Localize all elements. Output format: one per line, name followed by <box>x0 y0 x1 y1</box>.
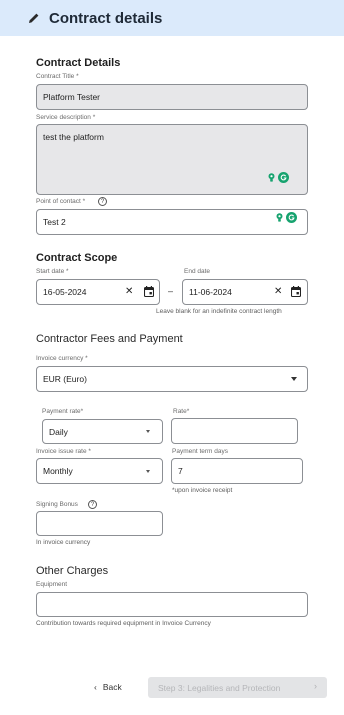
chevron-right-icon: › <box>314 681 317 691</box>
end-date-label: End date <box>184 268 211 275</box>
service-description-label: Service description * <box>36 114 96 121</box>
grammarly-icon[interactable] <box>278 172 289 183</box>
equipment-label: Equipment <box>36 581 68 588</box>
rate-label: Rate* <box>173 408 190 415</box>
other-charges-heading: Other Charges <box>36 565 109 577</box>
next-step-button[interactable]: Step 3: Legalities and Protection › <box>148 677 327 698</box>
contract-scope-heading: Contract Scope <box>36 252 118 264</box>
end-date-value: 11-06-2024 <box>189 287 232 297</box>
point-of-contact-label: Point of contact * <box>36 198 86 205</box>
pencil-icon <box>29 13 39 23</box>
payment-rate-label: Payment rate* <box>42 408 84 415</box>
help-icon[interactable]: ? <box>98 197 107 206</box>
date-range-separator: – <box>168 286 174 296</box>
payment-rate-select[interactable]: Daily <box>42 419 163 444</box>
payment-term-label: Payment term days <box>172 448 228 455</box>
signing-bonus-input[interactable] <box>36 511 163 536</box>
grammarly-icon[interactable] <box>286 212 297 223</box>
point-of-contact-value: Test 2 <box>43 217 66 227</box>
calendar-icon[interactable] <box>144 286 154 297</box>
contract-details-heading: Contract Details <box>36 57 121 69</box>
writing-assistant-icons <box>268 172 289 183</box>
signing-bonus-label: Signing Bonus <box>36 501 78 508</box>
equipment-help: Contribution towards required equipment … <box>36 620 211 627</box>
start-date-value: 16-05-2024 <box>43 287 87 297</box>
payment-term-help: *upon invoice receipt <box>172 487 233 494</box>
back-label: Back <box>102 682 122 692</box>
invoice-currency-label: Invoice currency * <box>36 355 88 362</box>
invoice-issue-rate-select[interactable]: Monthly <box>36 458 163 484</box>
point-of-contact-field[interactable]: Test 2 <box>36 209 308 235</box>
help-icon[interactable]: ? <box>88 500 97 509</box>
invoice-issue-rate-label: Invoice issue rate * <box>36 448 91 455</box>
invoice-currency-value: EUR (Euro) <box>43 374 87 384</box>
chevron-down-icon <box>146 470 150 473</box>
page-header: Contract details <box>0 0 344 36</box>
start-date-label: Start date * <box>36 268 69 275</box>
calendar-icon[interactable] <box>291 286 301 297</box>
service-description-value: test the platform <box>43 132 104 142</box>
chevron-left-icon: ‹ <box>94 682 97 692</box>
contract-title-field[interactable]: Platform Tester <box>36 84 308 110</box>
end-date-field[interactable]: 11-06-2024 <box>182 279 308 305</box>
clear-icon[interactable]: ✕ <box>125 286 133 297</box>
service-description-field[interactable]: test the platform <box>36 124 308 195</box>
clear-icon[interactable]: ✕ <box>274 286 282 297</box>
chevron-down-icon <box>146 430 150 433</box>
contract-title-value: Platform Tester <box>43 92 101 102</box>
next-step-label: Step 3: Legalities and Protection <box>158 682 281 693</box>
payment-term-input[interactable]: 7 <box>171 458 303 484</box>
lightbulb-icon[interactable] <box>268 173 275 182</box>
writing-assistant-icons <box>276 212 297 223</box>
rate-input[interactable] <box>171 418 298 444</box>
invoice-currency-select[interactable]: EUR (Euro) <box>36 366 308 392</box>
back-button[interactable]: ‹ Back <box>94 680 122 694</box>
signing-bonus-help: In invoice currency <box>36 539 91 546</box>
fees-heading: Contractor Fees and Payment <box>36 333 183 345</box>
lightbulb-icon[interactable] <box>276 213 283 222</box>
start-date-field[interactable]: 16-05-2024 <box>36 279 160 305</box>
equipment-input[interactable] <box>36 592 308 617</box>
payment-term-value: 7 <box>178 466 183 476</box>
end-date-help: Leave blank for an indefinite contract l… <box>156 308 282 315</box>
page-title: Contract details <box>49 9 163 27</box>
invoice-issue-rate-value: Monthly <box>43 466 73 476</box>
chevron-down-icon <box>291 377 297 381</box>
payment-rate-value: Daily <box>49 426 68 437</box>
contract-title-label: Contract Title * <box>36 73 79 80</box>
